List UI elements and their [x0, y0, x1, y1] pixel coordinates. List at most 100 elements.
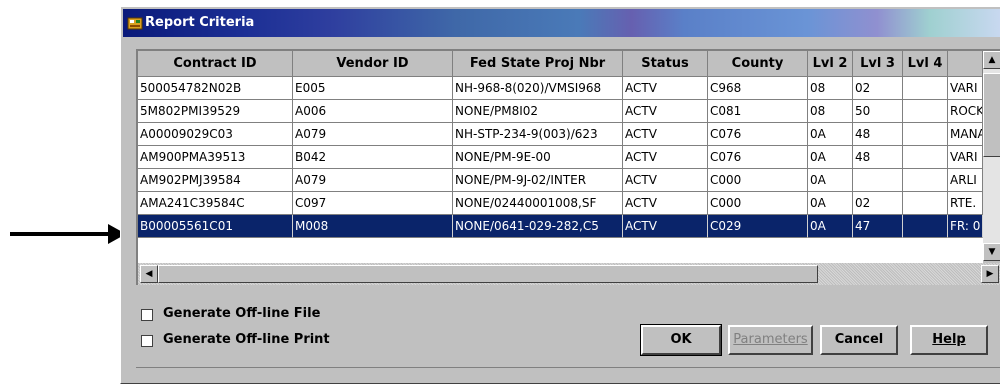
window-title: Report Criteria: [145, 15, 255, 30]
cell-county: C968: [708, 77, 808, 100]
vertical-scrollbar[interactable]: ▲ ▼: [983, 51, 1000, 261]
parameters-button[interactable]: Parameters: [728, 325, 813, 355]
table-row[interactable]: 5M802PMI39529 A006 NONE/PM8I02 ACTV C081…: [138, 100, 983, 123]
table-row[interactable]: A00009029C03 A079 NH-STP-234-9(003)/623 …: [138, 123, 983, 146]
cell-status: ACTV: [623, 192, 708, 215]
column-header-description[interactable]: [948, 51, 983, 77]
ok-button[interactable]: OK: [640, 324, 722, 356]
cell-contract-id: 5M802PMI39529: [138, 100, 293, 123]
column-header-lvl2[interactable]: Lvl 2: [808, 51, 853, 77]
cell-county: C000: [708, 192, 808, 215]
cell-contract-id: AM900PMA39513: [138, 146, 293, 169]
cell-fed-state-proj-nbr: NONE/PM8I02: [453, 100, 623, 123]
cell-vendor-id: A006: [293, 100, 453, 123]
cell-status: ACTV: [623, 100, 708, 123]
cell-vendor-id: C097: [293, 192, 453, 215]
contract-grid[interactable]: Contract ID Vendor ID Fed State Proj Nbr…: [136, 49, 1000, 285]
cell-lvl2: 0A: [808, 192, 853, 215]
cell-county: C000: [708, 169, 808, 192]
cell-vendor-id: E005: [293, 77, 453, 100]
cell-contract-id: AM902PMJ39584: [138, 169, 293, 192]
vertical-scroll-thumb[interactable]: [983, 73, 1000, 157]
column-header-lvl4[interactable]: Lvl 4: [903, 51, 948, 77]
cell-status: ACTV: [623, 215, 708, 238]
cell-description: MANA: [948, 123, 983, 146]
cell-fed-state-proj-nbr: NONE/0641-029-282,C5: [453, 215, 623, 238]
cell-contract-id: AMA241C39584C: [138, 192, 293, 215]
cell-description: VARI: [948, 146, 983, 169]
pointer-arrow: [10, 232, 110, 236]
cell-vendor-id: B042: [293, 146, 453, 169]
help-button[interactable]: Help: [910, 325, 988, 355]
generate-offline-print-label: Generate Off-line Print: [163, 332, 330, 347]
cell-status: ACTV: [623, 146, 708, 169]
column-header-vendor-id[interactable]: Vendor ID: [293, 51, 453, 77]
scroll-left-button[interactable]: ◀: [140, 265, 158, 283]
cell-lvl4: [903, 100, 948, 123]
title-bar[interactable]: Report Criteria: [123, 9, 1000, 37]
cell-vendor-id: M008: [293, 215, 453, 238]
cell-description: ROCK: [948, 100, 983, 123]
cell-county: C076: [708, 146, 808, 169]
cell-lvl4: [903, 169, 948, 192]
cell-lvl3: 48: [853, 123, 903, 146]
cell-fed-state-proj-nbr: NH-STP-234-9(003)/623: [453, 123, 623, 146]
cell-lvl3: 02: [853, 192, 903, 215]
cell-description: RTE.: [948, 192, 983, 215]
scroll-up-button[interactable]: ▲: [983, 51, 1000, 69]
cell-lvl3: 50: [853, 100, 903, 123]
generate-offline-print-checkbox[interactable]: [141, 335, 153, 347]
cancel-button[interactable]: Cancel: [820, 325, 898, 355]
app-icon: [127, 17, 143, 30]
status-bar: [136, 367, 1000, 386]
cell-status: ACTV: [623, 123, 708, 146]
cell-lvl2: 08: [808, 77, 853, 100]
report-criteria-dialog: Report Criteria Contract ID Vendor ID Fe…: [120, 6, 1000, 384]
cell-description: VARI: [948, 77, 983, 100]
grid-header: Contract ID Vendor ID Fed State Proj Nbr…: [138, 51, 1000, 77]
table-row-selected[interactable]: B00005561C01 M008 NONE/0641-029-282,C5 A…: [138, 215, 983, 238]
cell-vendor-id: A079: [293, 169, 453, 192]
cell-lvl4: [903, 192, 948, 215]
cell-fed-state-proj-nbr: NONE/PM-9J-02/INTER: [453, 169, 623, 192]
cell-lvl3: [853, 169, 903, 192]
cell-vendor-id: A079: [293, 123, 453, 146]
cell-lvl2: 0A: [808, 146, 853, 169]
cell-fed-state-proj-nbr: NONE/02440001008,SF: [453, 192, 623, 215]
table-row[interactable]: AM902PMJ39584 A079 NONE/PM-9J-02/INTER A…: [138, 169, 983, 192]
cell-fed-state-proj-nbr: NONE/PM-9E-00: [453, 146, 623, 169]
scroll-down-button[interactable]: ▼: [983, 243, 1000, 261]
column-header-fed-state-proj-nbr[interactable]: Fed State Proj Nbr: [453, 51, 623, 77]
scroll-right-button[interactable]: ▶: [981, 265, 999, 283]
table-row[interactable]: AM900PMA39513 B042 NONE/PM-9E-00 ACTV C0…: [138, 146, 983, 169]
cell-lvl4: [903, 215, 948, 238]
cell-county: C081: [708, 100, 808, 123]
cell-status: ACTV: [623, 169, 708, 192]
cell-lvl3: 47: [853, 215, 903, 238]
cell-contract-id: A00009029C03: [138, 123, 293, 146]
cell-county: C076: [708, 123, 808, 146]
column-header-status[interactable]: Status: [623, 51, 708, 77]
cell-lvl2: 0A: [808, 169, 853, 192]
table-row[interactable]: AMA241C39584C C097 NONE/02440001008,SF A…: [138, 192, 983, 215]
cell-lvl2: 0A: [808, 215, 853, 238]
cell-lvl3: 48: [853, 146, 903, 169]
cell-lvl4: [903, 123, 948, 146]
cell-lvl4: [903, 146, 948, 169]
horizontal-scrollbar[interactable]: ◀ ▶: [138, 263, 1000, 285]
cell-lvl2: 0A: [808, 123, 853, 146]
cell-lvl3: 02: [853, 77, 903, 100]
column-header-contract-id[interactable]: Contract ID: [138, 51, 293, 77]
cell-county: C029: [708, 215, 808, 238]
table-row[interactable]: 500054782N02B E005 NH-968-8(020)/VMSI968…: [138, 77, 983, 100]
cell-fed-state-proj-nbr: NH-968-8(020)/VMSI968: [453, 77, 623, 100]
cell-description: FR: 0: [948, 215, 983, 238]
column-header-county[interactable]: County: [708, 51, 808, 77]
horizontal-scroll-thumb[interactable]: [158, 265, 818, 283]
cell-description: ARLI: [948, 169, 983, 192]
generate-offline-file-label: Generate Off-line File: [163, 306, 321, 321]
cell-lvl2: 08: [808, 100, 853, 123]
column-header-lvl3[interactable]: Lvl 3: [853, 51, 903, 77]
generate-offline-file-checkbox[interactable]: [141, 309, 153, 321]
cell-status: ACTV: [623, 77, 708, 100]
